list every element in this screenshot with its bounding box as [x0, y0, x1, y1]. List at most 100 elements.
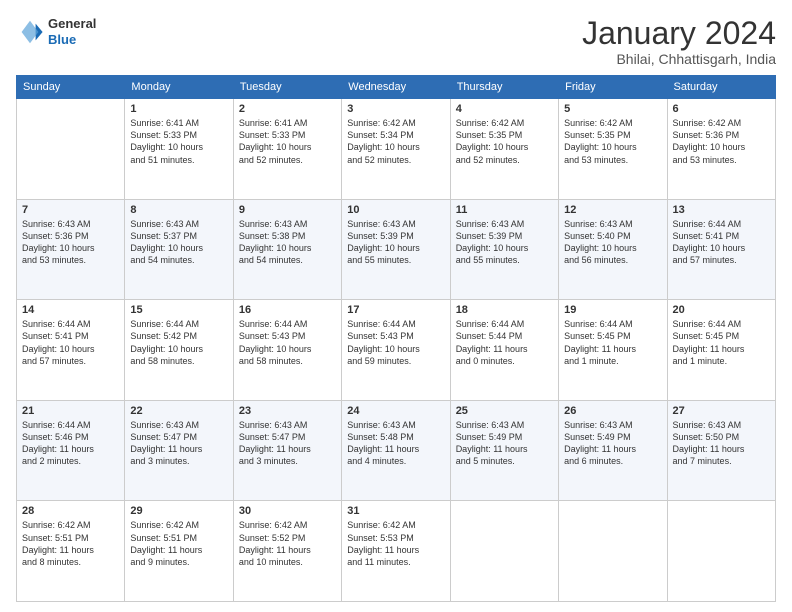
- day-info: Sunrise: 6:42 AM Sunset: 5:34 PM Dayligh…: [347, 117, 444, 166]
- day-number: 29: [130, 505, 227, 517]
- day-number: 17: [347, 304, 444, 316]
- day-info: Sunrise: 6:44 AM Sunset: 5:45 PM Dayligh…: [564, 318, 661, 367]
- day-info: Sunrise: 6:42 AM Sunset: 5:51 PM Dayligh…: [22, 519, 119, 568]
- day-info: Sunrise: 6:43 AM Sunset: 5:47 PM Dayligh…: [239, 419, 336, 468]
- day-cell: 11 Sunrise: 6:43 AM Sunset: 5:39 PM Dayli…: [450, 199, 558, 300]
- day-number: 28: [22, 505, 119, 517]
- day-cell: 25 Sunrise: 6:43 AM Sunset: 5:49 PM Dayli…: [450, 400, 558, 501]
- day-cell: 29Sunrise: 6:42 AM Sunset: 5:51 PM Dayli…: [125, 501, 233, 602]
- day-info: Sunrise: 6:44 AM Sunset: 5:41 PM Dayligh…: [673, 218, 770, 267]
- day-info: Sunrise: 6:41 AM Sunset: 5:33 PM Dayligh…: [239, 117, 336, 166]
- day-cell: 12 Sunrise: 6:43 AM Sunset: 5:40 PM Dayli…: [559, 199, 667, 300]
- day-number: 8: [130, 204, 227, 216]
- logo: General Blue: [16, 16, 96, 47]
- day-info: Sunrise: 6:43 AM Sunset: 5:50 PM Dayligh…: [673, 419, 770, 468]
- day-info: Sunrise: 6:43 AM Sunset: 5:37 PM Dayligh…: [130, 218, 227, 267]
- day-cell: 13Sunrise: 6:44 AM Sunset: 5:41 PM Dayli…: [667, 199, 775, 300]
- day-number: 2: [239, 103, 336, 115]
- logo-general: General: [48, 16, 96, 32]
- title-block: January 2024 Bhilai, Chhattisgarh, India: [582, 16, 776, 67]
- header-cell-tuesday: Tuesday: [233, 76, 341, 99]
- day-cell: 31 Sunrise: 6:42 AM Sunset: 5:53 PM Dayli…: [342, 501, 450, 602]
- day-info: Sunrise: 6:43 AM Sunset: 5:39 PM Dayligh…: [347, 218, 444, 267]
- day-cell: 5Sunrise: 6:42 AM Sunset: 5:35 PM Daylig…: [559, 99, 667, 200]
- day-cell: 24Sunrise: 6:43 AM Sunset: 5:48 PM Dayli…: [342, 400, 450, 501]
- header-cell-monday: Monday: [125, 76, 233, 99]
- header: General Blue January 2024 Bhilai, Chhatt…: [16, 16, 776, 67]
- day-info: Sunrise: 6:42 AM Sunset: 5:52 PM Dayligh…: [239, 519, 336, 568]
- day-cell: 20 Sunrise: 6:44 AM Sunset: 5:45 PM Dayli…: [667, 300, 775, 401]
- day-number: 18: [456, 304, 553, 316]
- day-info: Sunrise: 6:44 AM Sunset: 5:44 PM Dayligh…: [456, 318, 553, 367]
- day-cell: 3 Sunrise: 6:42 AM Sunset: 5:34 PM Daylig…: [342, 99, 450, 200]
- day-number: 27: [673, 405, 770, 417]
- day-cell: 14Sunrise: 6:44 AM Sunset: 5:41 PM Dayli…: [17, 300, 125, 401]
- day-cell: 21 Sunrise: 6:44 AM Sunset: 5:46 PM Dayli…: [17, 400, 125, 501]
- day-cell: [17, 99, 125, 200]
- week-row-2: 14Sunrise: 6:44 AM Sunset: 5:41 PM Dayli…: [17, 300, 776, 401]
- day-cell: 28 Sunrise: 6:42 AM Sunset: 5:51 PM Dayli…: [17, 501, 125, 602]
- day-cell: 30 Sunrise: 6:42 AM Sunset: 5:52 PM Dayli…: [233, 501, 341, 602]
- day-number: 26: [564, 405, 661, 417]
- logo-icon: [16, 18, 44, 46]
- day-cell: 16 Sunrise: 6:44 AM Sunset: 5:43 PM Dayli…: [233, 300, 341, 401]
- day-info: Sunrise: 6:44 AM Sunset: 5:42 PM Dayligh…: [130, 318, 227, 367]
- day-number: 24: [347, 405, 444, 417]
- day-number: 6: [673, 103, 770, 115]
- day-info: Sunrise: 6:43 AM Sunset: 5:49 PM Dayligh…: [564, 419, 661, 468]
- day-info: Sunrise: 6:44 AM Sunset: 5:43 PM Dayligh…: [239, 318, 336, 367]
- day-info: Sunrise: 6:43 AM Sunset: 5:40 PM Dayligh…: [564, 218, 661, 267]
- day-info: Sunrise: 6:44 AM Sunset: 5:43 PM Dayligh…: [347, 318, 444, 367]
- day-number: 22: [130, 405, 227, 417]
- day-cell: 22 Sunrise: 6:43 AM Sunset: 5:47 PM Dayli…: [125, 400, 233, 501]
- header-cell-sunday: Sunday: [17, 76, 125, 99]
- day-info: Sunrise: 6:42 AM Sunset: 5:35 PM Dayligh…: [456, 117, 553, 166]
- day-cell: 19Sunrise: 6:44 AM Sunset: 5:45 PM Dayli…: [559, 300, 667, 401]
- week-row-0: 1 Sunrise: 6:41 AM Sunset: 5:33 PM Daylig…: [17, 99, 776, 200]
- day-number: 31: [347, 505, 444, 517]
- day-info: Sunrise: 6:43 AM Sunset: 5:39 PM Dayligh…: [456, 218, 553, 267]
- day-number: 20: [673, 304, 770, 316]
- day-info: Sunrise: 6:43 AM Sunset: 5:49 PM Dayligh…: [456, 419, 553, 468]
- day-number: 3: [347, 103, 444, 115]
- day-cell: 17 Sunrise: 6:44 AM Sunset: 5:43 PM Dayli…: [342, 300, 450, 401]
- sub-title: Bhilai, Chhattisgarh, India: [582, 51, 776, 67]
- day-number: 21: [22, 405, 119, 417]
- day-cell: [559, 501, 667, 602]
- header-cell-friday: Friday: [559, 76, 667, 99]
- day-number: 10: [347, 204, 444, 216]
- week-row-1: 7Sunrise: 6:43 AM Sunset: 5:36 PM Daylig…: [17, 199, 776, 300]
- logo-blue: Blue: [48, 32, 96, 48]
- header-cell-wednesday: Wednesday: [342, 76, 450, 99]
- day-info: Sunrise: 6:43 AM Sunset: 5:47 PM Dayligh…: [130, 419, 227, 468]
- day-cell: 6 Sunrise: 6:42 AM Sunset: 5:36 PM Daylig…: [667, 99, 775, 200]
- day-cell: [667, 501, 775, 602]
- day-cell: 8 Sunrise: 6:43 AM Sunset: 5:37 PM Daylig…: [125, 199, 233, 300]
- day-cell: 26 Sunrise: 6:43 AM Sunset: 5:49 PM Dayli…: [559, 400, 667, 501]
- day-number: 16: [239, 304, 336, 316]
- day-cell: 7Sunrise: 6:43 AM Sunset: 5:36 PM Daylig…: [17, 199, 125, 300]
- day-cell: 4Sunrise: 6:42 AM Sunset: 5:35 PM Daylig…: [450, 99, 558, 200]
- day-info: Sunrise: 6:42 AM Sunset: 5:35 PM Dayligh…: [564, 117, 661, 166]
- day-cell: 1Sunrise: 6:41 AM Sunset: 5:33 PM Daylig…: [125, 99, 233, 200]
- header-cell-saturday: Saturday: [667, 76, 775, 99]
- week-row-4: 28 Sunrise: 6:42 AM Sunset: 5:51 PM Dayli…: [17, 501, 776, 602]
- day-number: 23: [239, 405, 336, 417]
- day-info: Sunrise: 6:42 AM Sunset: 5:36 PM Dayligh…: [673, 117, 770, 166]
- day-info: Sunrise: 6:43 AM Sunset: 5:38 PM Dayligh…: [239, 218, 336, 267]
- day-info: Sunrise: 6:44 AM Sunset: 5:46 PM Dayligh…: [22, 419, 119, 468]
- day-cell: [450, 501, 558, 602]
- day-cell: 15Sunrise: 6:44 AM Sunset: 5:42 PM Dayli…: [125, 300, 233, 401]
- day-number: 25: [456, 405, 553, 417]
- day-info: Sunrise: 6:42 AM Sunset: 5:53 PM Dayligh…: [347, 519, 444, 568]
- day-number: 11: [456, 204, 553, 216]
- day-number: 12: [564, 204, 661, 216]
- day-number: 1: [130, 103, 227, 115]
- day-info: Sunrise: 6:44 AM Sunset: 5:41 PM Dayligh…: [22, 318, 119, 367]
- day-number: 9: [239, 204, 336, 216]
- calendar-table: SundayMondayTuesdayWednesdayThursdayFrid…: [16, 75, 776, 602]
- day-info: Sunrise: 6:44 AM Sunset: 5:45 PM Dayligh…: [673, 318, 770, 367]
- day-cell: 9 Sunrise: 6:43 AM Sunset: 5:38 PM Daylig…: [233, 199, 341, 300]
- header-cell-thursday: Thursday: [450, 76, 558, 99]
- day-number: 30: [239, 505, 336, 517]
